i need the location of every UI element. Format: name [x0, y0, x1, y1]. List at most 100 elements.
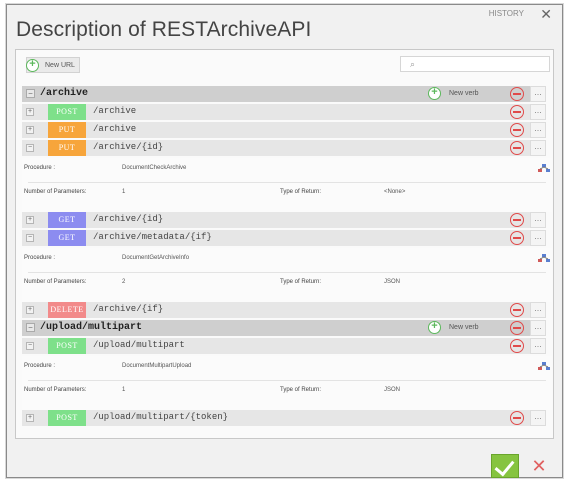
more-options-button[interactable]: ...	[530, 410, 546, 426]
expand-icon[interactable]: +	[26, 216, 34, 224]
remove-icon[interactable]	[510, 303, 524, 317]
more-options-button[interactable]: ...	[530, 212, 546, 228]
verb-detail: Procedure : DocumentCheckArchive Number of…	[22, 158, 552, 212]
more-options-button[interactable]: ...	[530, 320, 546, 336]
toolbar: + New URL ⌕	[16, 50, 553, 78]
verb-row[interactable]: − POST/upload/multipart...	[22, 338, 546, 354]
add-icon: +	[428, 321, 441, 334]
ok-button[interactable]	[491, 454, 519, 478]
verb-badge: PUT	[48, 140, 86, 156]
dialog: Description of RESTArchiveAPI HISTORY ✕ …	[6, 4, 563, 478]
network-icon[interactable]	[538, 164, 550, 172]
verb-badge: DELETE	[48, 302, 86, 318]
params-label: Number of Parameters:	[24, 279, 87, 285]
expand-icon[interactable]: +	[26, 414, 34, 422]
divider	[28, 272, 546, 273]
more-options-button[interactable]: ...	[530, 86, 546, 102]
more-options-button[interactable]: ...	[530, 230, 546, 246]
params-count: 1	[122, 387, 126, 393]
procedure-name: DocumentCheckArchive	[122, 165, 187, 171]
more-options-button[interactable]: ...	[530, 122, 546, 138]
verb-path: /upload/multipart/{token}	[93, 412, 229, 422]
window-controls-label[interactable]: HISTORY	[489, 9, 524, 18]
verb-badge: GET	[48, 230, 86, 246]
expand-icon[interactable]: +	[26, 306, 34, 314]
title-bar: Description of RESTArchiveAPI HISTORY ✕	[7, 5, 562, 45]
return-label: Type of Return:	[280, 189, 322, 195]
verb-badge: PUT	[48, 122, 86, 138]
routes-panel: + New URL ⌕ −/archive + New verb... + POST/a…	[15, 49, 554, 439]
divider	[28, 380, 546, 381]
procedure-label: Procedure :	[24, 255, 56, 261]
collapse-icon[interactable]: −	[26, 234, 34, 242]
verb-path: /archive/{id}	[93, 214, 164, 224]
remove-icon[interactable]	[510, 87, 524, 101]
verb-path: /upload/multipart	[93, 340, 185, 350]
more-options-button[interactable]: ...	[530, 338, 546, 354]
remove-icon[interactable]	[510, 339, 524, 353]
verb-row[interactable]: − GET/archive/metadata/{if}...	[22, 230, 546, 246]
route-group[interactable]: −/upload/multipart + New verb...	[22, 320, 546, 336]
collapse-icon[interactable]: −	[26, 89, 35, 98]
new-verb-label: New verb	[449, 324, 479, 331]
new-url-label: New URL	[45, 61, 75, 69]
window-close-button[interactable]: ✕	[540, 6, 552, 23]
verb-path: /archive/{if}	[93, 304, 164, 314]
network-icon[interactable]	[538, 362, 550, 370]
collapse-icon[interactable]: −	[26, 144, 34, 152]
verb-path: /archive/{id}	[93, 142, 164, 152]
verb-path: /archive	[93, 106, 137, 116]
verb-badge: POST	[48, 104, 86, 120]
more-options-button[interactable]: ...	[530, 302, 546, 318]
verb-row[interactable]: + GET/archive/{id}...	[22, 212, 546, 228]
new-verb-button[interactable]: + New verb	[428, 321, 479, 334]
network-icon[interactable]	[538, 254, 550, 262]
return-type: JSON	[384, 387, 401, 393]
verb-row[interactable]: + POST/upload/multipart/{token}...	[22, 410, 546, 426]
expand-icon[interactable]: +	[26, 108, 34, 116]
add-icon: +	[26, 58, 39, 72]
remove-icon[interactable]	[510, 321, 524, 335]
collapse-icon[interactable]: −	[26, 342, 34, 350]
dialog-title: Description of RESTArchiveAPI	[16, 18, 312, 41]
remove-icon[interactable]	[510, 123, 524, 137]
procedure-label: Procedure :	[24, 363, 56, 369]
remove-icon[interactable]	[510, 105, 524, 119]
remove-icon[interactable]	[510, 231, 524, 245]
add-icon: +	[428, 87, 441, 100]
verb-badge: POST	[48, 338, 86, 354]
procedure-name: DocumentMultipartUpload	[122, 363, 192, 369]
verb-badge: GET	[48, 212, 86, 228]
more-options-button[interactable]: ...	[530, 140, 546, 156]
verb-path: /archive	[93, 124, 137, 134]
verb-path: /archive/metadata/{if}	[93, 232, 212, 242]
close-icon: ✕	[531, 456, 547, 476]
verb-detail: Procedure : DocumentGetArchiveInfo Number …	[22, 248, 552, 302]
params-count: 2	[122, 279, 126, 285]
divider	[28, 182, 546, 183]
route-group[interactable]: −/archive + New verb...	[22, 86, 546, 102]
new-url-button[interactable]: + New URL	[26, 57, 80, 73]
expand-icon[interactable]: +	[26, 126, 34, 134]
search-input[interactable]: ⌕	[400, 56, 550, 72]
params-count: 1	[122, 189, 126, 195]
collapse-icon[interactable]: −	[26, 323, 35, 332]
search-icon: ⌕	[410, 59, 416, 69]
verb-row[interactable]: − PUT/archive/{id}...	[22, 140, 546, 156]
verb-detail: Procedure : DocumentMultipartUpload Number…	[22, 356, 552, 410]
params-label: Number of Parameters:	[24, 189, 87, 195]
return-type: JSON	[384, 279, 401, 285]
remove-icon[interactable]	[510, 411, 524, 425]
procedure-label: Procedure :	[24, 165, 56, 171]
new-verb-button[interactable]: + New verb	[428, 87, 479, 100]
verb-row[interactable]: + POST/archive...	[22, 104, 546, 120]
verb-row[interactable]: + PUT/archive...	[22, 122, 546, 138]
group-path: /archive	[40, 88, 89, 99]
more-options-button[interactable]: ...	[530, 104, 546, 120]
new-verb-label: New verb	[449, 90, 479, 97]
verb-row[interactable]: + DELETE/archive/{if}...	[22, 302, 546, 318]
cancel-button[interactable]: ✕	[527, 456, 551, 478]
remove-icon[interactable]	[510, 213, 524, 227]
remove-icon[interactable]	[510, 141, 524, 155]
return-label: Type of Return:	[280, 387, 322, 393]
